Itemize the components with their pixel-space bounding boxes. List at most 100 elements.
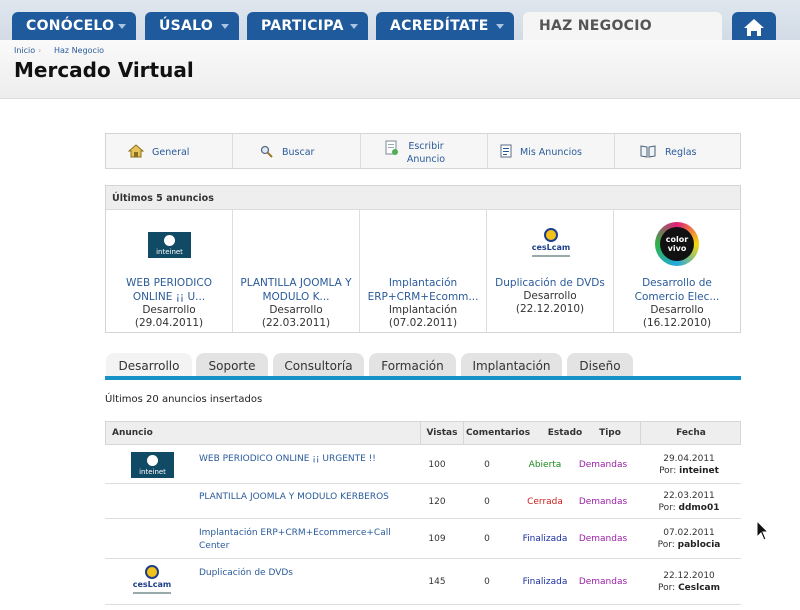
ceslcam-logo: cesLcam [528, 228, 574, 262]
ad-title-link[interactable]: PLANTILLA JOOMLA Y MODULO KERBEROS [199, 491, 399, 504]
latest-ad-date: (22.03.2011) [261, 317, 331, 329]
latest-ad-title[interactable]: WEB PERIODICO ONLINE ¡¡ U... [106, 276, 232, 304]
latest-ad-title[interactable]: Implantación ERP+CRM+Ecomm... [360, 276, 486, 304]
table-caption: Últimos 20 anuncios insertados [105, 394, 263, 405]
latest-ad-category: Implantación [388, 304, 458, 316]
column-header-fecha[interactable]: Fecha [640, 422, 741, 444]
toolbar-reglas-button[interactable]: Reglas [615, 134, 740, 168]
tab-desarrollo[interactable]: Desarrollo [106, 353, 192, 377]
ad-date: 22.03.2011 [663, 491, 715, 501]
ads-table-header: Anuncio Vistas Comentarios Estado Tipo F… [105, 421, 741, 445]
latest-ad-date: (22.12.2010) [515, 303, 585, 315]
toolbar-general-button[interactable]: General [106, 134, 233, 168]
chevron-down-icon [118, 24, 126, 29]
mouse-cursor-icon [756, 520, 770, 541]
ad-type: Demandas [578, 577, 628, 587]
latest-ad-card[interactable]: color vivo Desarrollo de Comercio Elec..… [614, 210, 740, 332]
chevron-down-icon [496, 24, 504, 29]
ad-type: Demandas [578, 497, 628, 507]
ad-type: Demandas [578, 460, 628, 470]
inteinet-logo: inteinet [131, 452, 174, 478]
ad-title-link[interactable]: Duplicación de DVDs [199, 567, 399, 580]
latest-ads-panel: Últimos 5 anuncios inteinet WEB PERIODIC… [105, 185, 741, 333]
column-header-anuncio[interactable]: Anuncio [106, 422, 420, 444]
ceslcam-logo: cesLcam [129, 565, 175, 599]
page-title: Mercado Virtual [14, 58, 194, 82]
tab-formacion[interactable]: Formación [369, 353, 456, 377]
ad-title-link[interactable]: WEB PERIODICO ONLINE ¡¡ URGENTE !! [199, 453, 399, 466]
latest-ad-category: Desarrollo [269, 304, 323, 316]
magnifier-icon [260, 145, 273, 158]
ad-comments: 0 [484, 534, 490, 544]
nav-tab-label: ÚSALO [159, 18, 214, 34]
breadcrumb-haz-negocio[interactable]: Haz Negocio [54, 46, 104, 55]
ad-type: Demandas [578, 534, 628, 544]
ad-author[interactable]: ddmo01 [679, 503, 720, 513]
home-button[interactable] [732, 12, 776, 40]
ad-date-cell: 22.03.2011 Por: ddmo01 [643, 490, 735, 514]
tab-implantacion[interactable]: Implantación [461, 353, 562, 377]
ad-author-label: Por: [657, 540, 675, 550]
latest-ad-card[interactable]: inteinet WEB PERIODICO ONLINE ¡¡ U... De… [106, 210, 233, 332]
latest-ad-card[interactable]: PLANTILLA JOOMLA Y MODULO K... Desarroll… [233, 210, 360, 332]
ad-status: Finalizada [522, 534, 568, 544]
latest-ad-card[interactable]: Implantación ERP+CRM+Ecomm... Implantaci… [360, 210, 487, 332]
home-icon [128, 144, 144, 158]
latest-ad-title[interactable]: PLANTILLA JOOMLA Y MODULO K... [233, 276, 359, 304]
column-header-vistas[interactable]: Vistas [420, 422, 463, 444]
nav-tab-label: HAZ NEGOCIO [539, 18, 652, 34]
column-header-tipo[interactable]: Tipo [584, 422, 636, 444]
latest-ad-category: Desarrollo [523, 290, 577, 302]
toolbar-label: Mis Anuncios [520, 147, 582, 158]
latest-ad-title[interactable]: Duplicación de DVDs [487, 276, 613, 290]
nav-tab-haz-negocio[interactable]: HAZ NEGOCIO [523, 12, 722, 40]
latest-ad-category: Desarrollo [650, 304, 704, 316]
ad-views: 120 [428, 497, 446, 507]
ad-author[interactable]: inteinet [679, 466, 719, 476]
breadcrumb-separator-icon: › [38, 46, 42, 55]
ad-comments: 0 [484, 577, 490, 587]
ad-comments: 0 [484, 497, 490, 507]
toolbar-escribir-anuncio-button[interactable]: Escribir Anuncio [361, 134, 488, 168]
chevron-down-icon [221, 24, 229, 29]
latest-ad-card[interactable]: cesLcam Duplicación de DVDs Desarrollo (… [487, 210, 614, 332]
nav-tab-conocelo[interactable]: CONÓCELO [12, 12, 136, 40]
ad-views: 145 [428, 577, 446, 587]
latest-ad-category: Desarrollo [142, 304, 196, 316]
table-row: PLANTILLA JOOMLA Y MODULO KERBEROS 120 0… [105, 484, 741, 519]
tab-consultoria[interactable]: Consultoría [273, 353, 364, 377]
tab-underline [105, 376, 741, 380]
ad-author-label: Por: [659, 466, 677, 476]
toolbar-mis-anuncios-button[interactable]: Mis Anuncios [488, 134, 615, 168]
toolbar-buscar-button[interactable]: Buscar [233, 134, 361, 168]
nav-tab-usalo[interactable]: ÚSALO [145, 12, 239, 40]
ad-date: 22.12.2010 [663, 571, 715, 581]
latest-ad-title[interactable]: Desarrollo de Comercio Elec... [614, 276, 740, 304]
inteinet-logo: inteinet [148, 232, 191, 258]
table-row: cesLcam Duplicación de DVDs 145 0 Finali… [105, 559, 741, 605]
ad-title-link[interactable]: Implantación ERP+CRM+Ecommerce+Call Cent… [199, 527, 399, 553]
breadcrumb-inicio[interactable]: Inicio [14, 46, 35, 55]
toolbar-label: Reglas [665, 147, 697, 158]
nav-tab-acreditate[interactable]: ACREDÍTATE [376, 12, 514, 40]
tab-soporte[interactable]: Soporte [196, 353, 268, 377]
ad-date: 07.02.2011 [663, 528, 715, 538]
ad-views: 109 [428, 534, 446, 544]
ad-date: 29.04.2011 [663, 454, 715, 464]
ad-date-cell: 22.12.2010 Por: Ceslcam [643, 570, 735, 594]
ad-status: Abierta [528, 460, 562, 470]
ad-views: 100 [428, 460, 446, 470]
tab-diseno[interactable]: Diseño [567, 353, 633, 377]
ad-author-label: Por: [658, 583, 676, 593]
column-header-comentarios[interactable]: Comentarios [463, 422, 532, 444]
nav-tab-participa[interactable]: PARTICIPA [247, 12, 368, 40]
latest-ad-date: (29.04.2011) [134, 317, 204, 329]
ad-author[interactable]: Ceslcam [678, 583, 720, 593]
ad-author[interactable]: pablocia [678, 540, 721, 550]
toolbar-label: General [152, 147, 190, 158]
ad-status: Finalizada [522, 577, 568, 587]
ad-author-label: Por: [658, 503, 676, 513]
nav-tab-label: ACREDÍTATE [390, 18, 489, 34]
ad-date-cell: 29.04.2011 Por: inteinet [643, 453, 735, 477]
home-icon [744, 19, 764, 36]
